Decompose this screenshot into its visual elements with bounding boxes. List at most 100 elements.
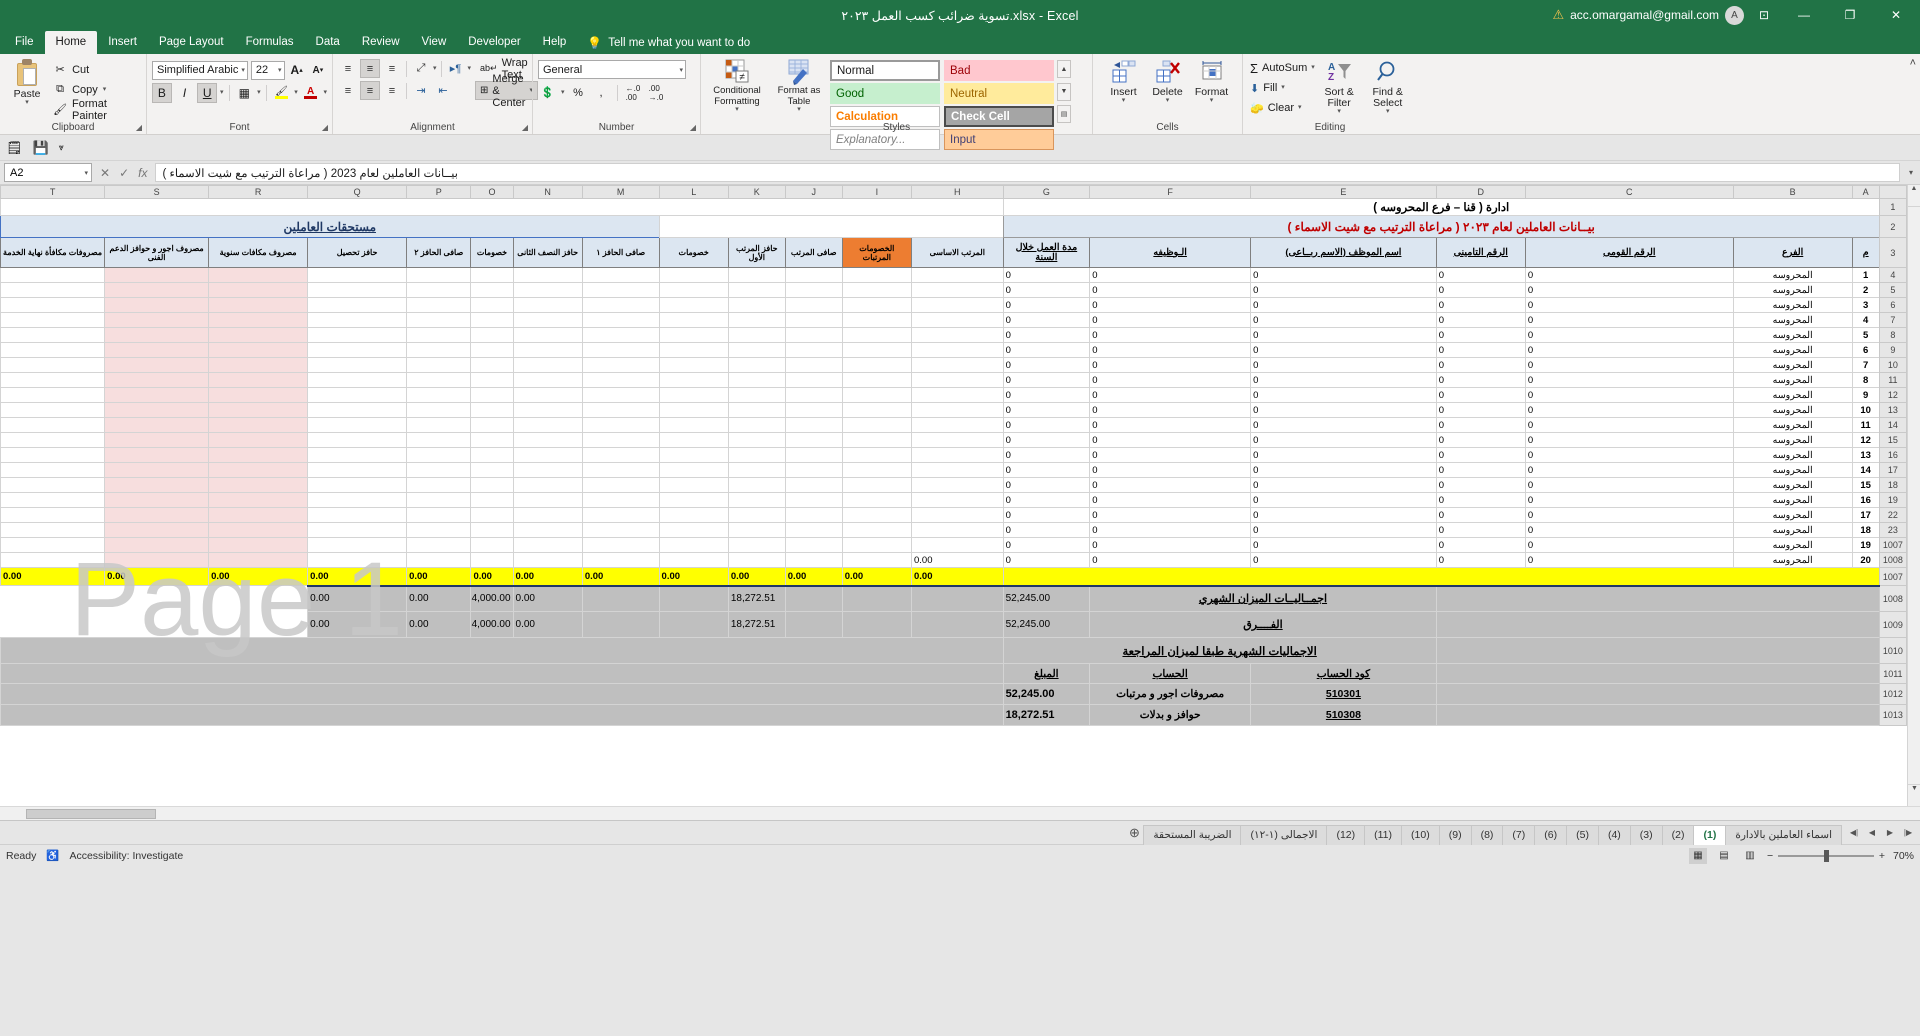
employee-name-cell[interactable]: 0	[1250, 477, 1437, 493]
national-id-cell[interactable]: 0	[1524, 477, 1734, 493]
serial-cell[interactable]: 3	[1851, 297, 1880, 313]
branch-cell[interactable]: المحروسه	[1732, 402, 1853, 418]
branch-cell[interactable]: المحروسه	[1732, 342, 1853, 358]
cut-button[interactable]: ✂ Cut	[53, 61, 141, 78]
row-header[interactable]: 23	[1878, 522, 1908, 538]
net-bonus1-cell[interactable]	[581, 492, 660, 508]
total-amount-cell[interactable]: 0.00	[727, 567, 786, 586]
col-header-left-3[interactable]: حافز المرتب الأول	[727, 237, 786, 268]
chevron-down-icon[interactable]: ▾	[797, 106, 801, 113]
first-sheet-icon[interactable]: ◀|	[1846, 825, 1862, 841]
national-id-cell[interactable]: 0	[1524, 282, 1734, 298]
admin-branch-title[interactable]: ادارة ( قنا – فرع المحروسه )	[1002, 198, 1880, 216]
chevron-down-icon[interactable]: ▾	[84, 169, 88, 177]
row-header[interactable]: 22	[1878, 507, 1908, 523]
blank-cell[interactable]	[841, 611, 912, 638]
align-top-button[interactable]: ≡	[338, 59, 358, 78]
salary-deduction-cell[interactable]	[841, 537, 912, 553]
deduction1-cell[interactable]	[658, 312, 729, 328]
employee-name-cell[interactable]: 0	[1250, 282, 1437, 298]
deduction2-cell[interactable]	[470, 507, 514, 523]
format-painter-button[interactable]: 🖌 Format Painter	[53, 98, 141, 122]
net-salary-cell[interactable]	[784, 402, 843, 418]
net-bonus2-cell[interactable]	[406, 387, 472, 403]
serial-cell[interactable]: 1	[1851, 267, 1880, 283]
national-id-cell[interactable]: 0	[1524, 342, 1734, 358]
basic-salary-cell[interactable]	[910, 447, 1004, 463]
insurance-no-cell[interactable]: 0	[1435, 522, 1526, 538]
deduction1-cell[interactable]	[658, 477, 729, 493]
serial-cell[interactable]: 8	[1851, 372, 1880, 388]
sheet-tab[interactable]: (3)	[1629, 824, 1663, 845]
basic-salary-cell[interactable]	[910, 327, 1004, 343]
collection-total[interactable]: 0.00	[512, 584, 583, 612]
blank-cell[interactable]	[1435, 704, 1880, 726]
total-amount-cell[interactable]: 0.00	[841, 567, 912, 586]
job-title-cell[interactable]: 0	[1089, 477, 1252, 493]
salary-deduction-cell[interactable]	[841, 507, 912, 523]
bonus2-cell[interactable]	[512, 507, 583, 523]
zoom-out-button[interactable]: −	[1767, 850, 1773, 862]
collection-bonus-cell[interactable]	[307, 282, 408, 298]
total-amount-cell[interactable]: 0.00	[104, 567, 210, 586]
tab-data[interactable]: Data	[305, 31, 351, 54]
end-of-service-cell[interactable]	[0, 522, 106, 538]
row-header[interactable]: 11	[1878, 372, 1908, 388]
row-header[interactable]: 18	[1878, 477, 1908, 493]
row-header[interactable]: 2	[1878, 215, 1908, 238]
monthly-balance-label[interactable]: اجمــاليــات الميزان الشهري	[1089, 584, 1437, 612]
fill-button[interactable]: ⬇ Fill ▾	[1250, 79, 1315, 97]
basic-salary-cell[interactable]	[910, 402, 1004, 418]
insurance-no-cell[interactable]: 0	[1435, 402, 1526, 418]
sheet-tab[interactable]: (12)	[1326, 824, 1366, 845]
bonus2-cell[interactable]	[512, 462, 583, 478]
salary-deduction-cell[interactable]	[841, 312, 912, 328]
conditional-formatting-button[interactable]: ≠ Conditional Formatting ▾	[706, 57, 768, 113]
end-of-service-cell[interactable]	[0, 417, 106, 433]
work-duration-cell[interactable]: 0	[1002, 387, 1091, 403]
net-bonus2-cell[interactable]	[406, 327, 472, 343]
employee-name-cell[interactable]: 0	[1250, 447, 1437, 463]
deduction2-cell[interactable]	[470, 462, 514, 478]
work-duration-cell[interactable]: 0	[1002, 432, 1091, 448]
basic-salary-cell[interactable]	[910, 297, 1004, 313]
work-duration-cell[interactable]: 0	[1002, 297, 1091, 313]
row-header[interactable]: 17	[1878, 462, 1908, 478]
annual-reward-cell[interactable]	[208, 282, 309, 298]
insurance-no-cell[interactable]: 0	[1435, 357, 1526, 373]
font-color-icon[interactable]: A	[301, 83, 321, 103]
annual-reward-cell[interactable]	[208, 387, 309, 403]
employee-name-cell[interactable]: 0	[1250, 402, 1437, 418]
annual-reward-cell[interactable]	[208, 477, 309, 493]
net-salary-cell[interactable]	[784, 432, 843, 448]
serial-cell[interactable]: 5	[1851, 327, 1880, 343]
net-bonus1-cell[interactable]	[581, 432, 660, 448]
column-header-p[interactable]: P	[406, 185, 472, 199]
column-header-i[interactable]: I	[841, 185, 912, 199]
col-header-left-12[interactable]: مصروفات مكافأة نهاية الخدمة	[0, 237, 106, 268]
sheet-tab[interactable]: (8)	[1470, 824, 1504, 845]
net-salary-cell[interactable]	[784, 492, 843, 508]
increase-font-size-button[interactable]: A ▴	[288, 60, 306, 80]
chevron-down-icon[interactable]: ▾	[25, 99, 29, 106]
serial-cell[interactable]: 11	[1851, 417, 1880, 433]
row-header[interactable]: 7	[1878, 312, 1908, 328]
net-salary-cell[interactable]	[784, 342, 843, 358]
normal-view-icon[interactable]: ▦	[1688, 847, 1707, 864]
insurance-no-cell[interactable]: 0	[1435, 537, 1526, 553]
salary-deduction-cell[interactable]	[841, 282, 912, 298]
employee-name-cell[interactable]: 0	[1250, 387, 1437, 403]
row-header[interactable]: 13	[1878, 402, 1908, 418]
col-header-left-2[interactable]: صافى المرتب	[784, 237, 843, 268]
collection-bonus-cell[interactable]	[307, 552, 408, 568]
national-id-cell[interactable]: 0	[1524, 522, 1734, 538]
minimize-button[interactable]: —	[1784, 0, 1824, 30]
blank-cell[interactable]	[658, 584, 729, 612]
end-of-service-cell[interactable]	[0, 327, 106, 343]
net-bonus2-cell[interactable]	[406, 507, 472, 523]
review-code-cell[interactable]: 510308	[1250, 704, 1437, 726]
work-duration-cell[interactable]: 0	[1002, 357, 1091, 373]
chevron-down-icon[interactable]: ▾	[294, 89, 298, 96]
worksheet-grid[interactable]: Page 1 4lyapro SOLUTIONS ABCDEFGHIJKLMNO…	[0, 185, 1920, 806]
job-title-cell[interactable]: 0	[1089, 372, 1252, 388]
